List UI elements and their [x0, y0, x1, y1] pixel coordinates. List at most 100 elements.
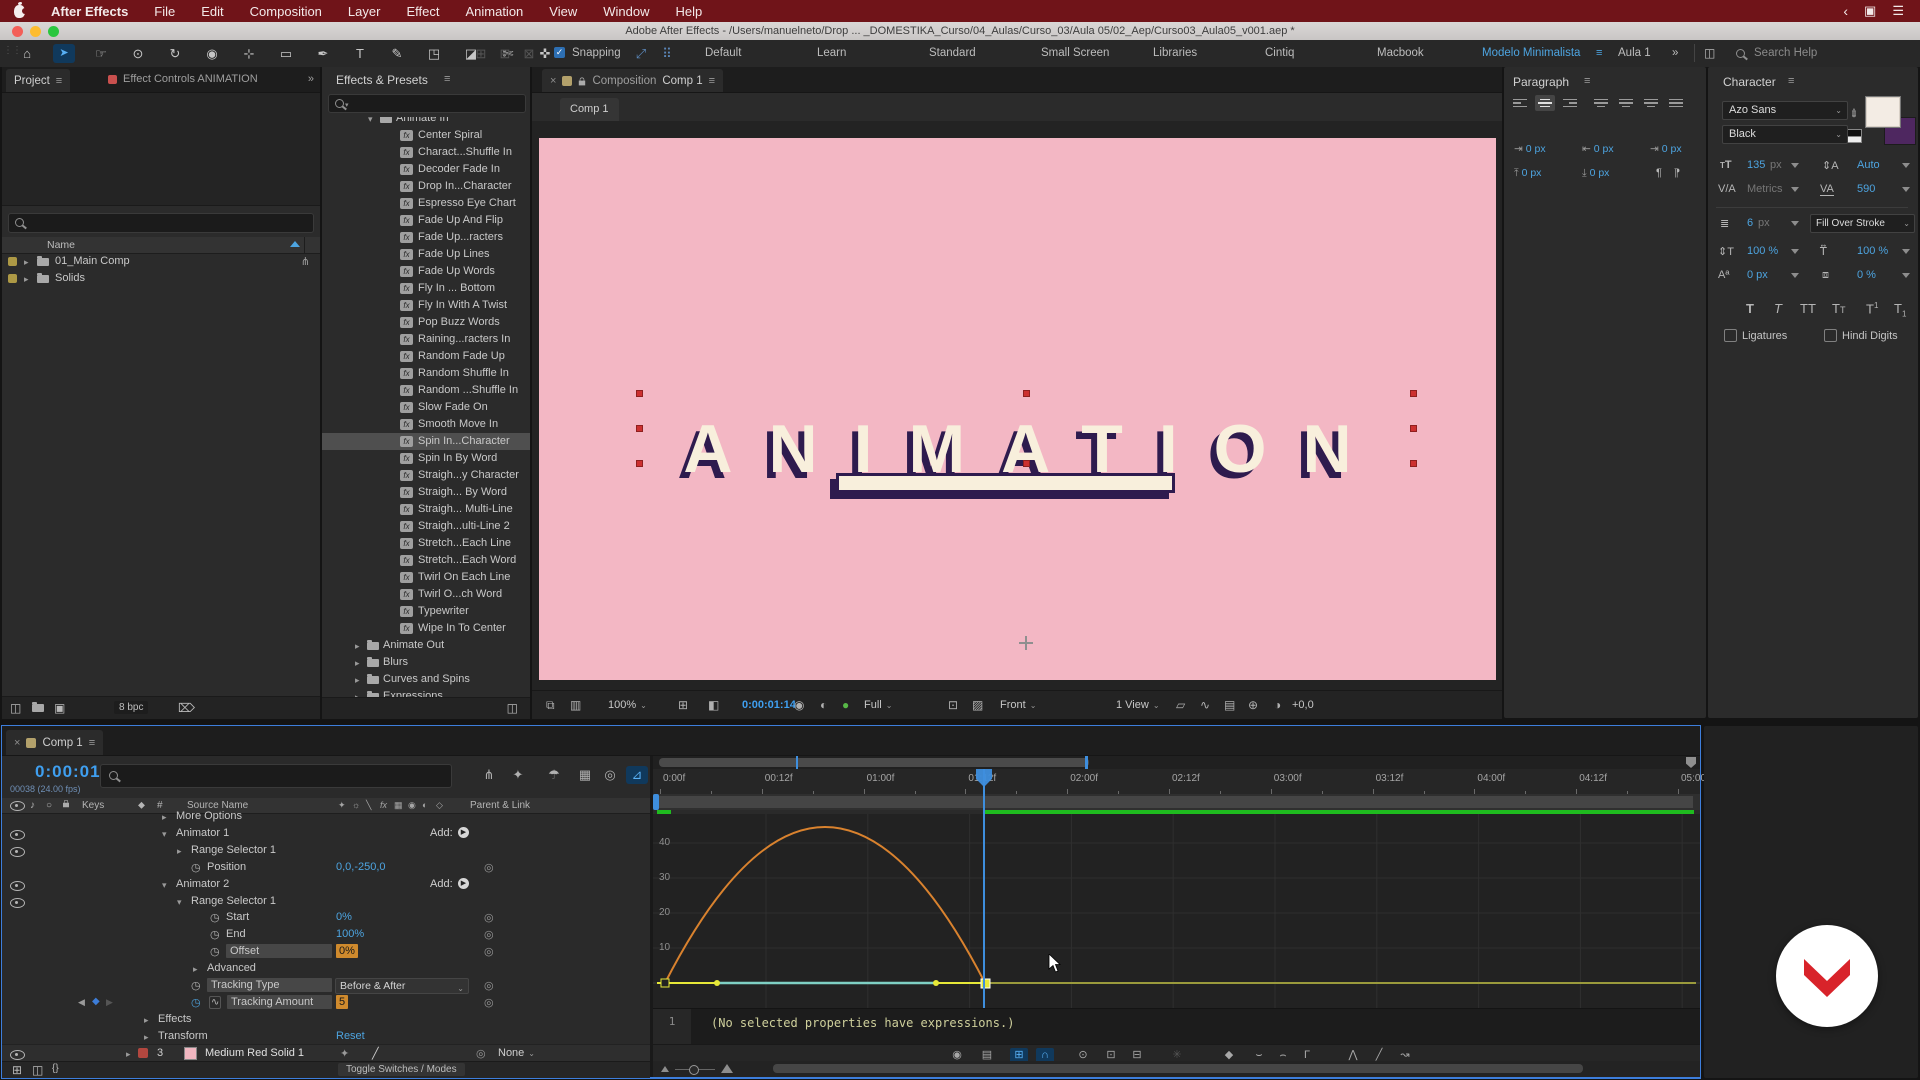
- paragraph-align-1-button[interactable]: [1535, 95, 1555, 111]
- show-snapshot-icon[interactable]: ◐: [820, 698, 827, 712]
- new-composition-icon[interactable]: ▣: [54, 702, 65, 714]
- panel-menu-icon[interactable]: ≡: [1584, 75, 1590, 87]
- horizontal-scale-value[interactable]: 100 %: [1857, 245, 1888, 257]
- selection-tool[interactable]: ➤: [53, 44, 75, 63]
- expand-switches-pane-icon[interactable]: ◫: [32, 1064, 43, 1076]
- camera-tool[interactable]: ◉: [201, 44, 223, 63]
- toggle-switches-modes-button[interactable]: Toggle Switches / Modes: [338, 1063, 465, 1076]
- new-preset-icon[interactable]: ◫: [507, 702, 518, 714]
- baseline-shift-value[interactable]: 0 px: [1747, 269, 1768, 281]
- stopwatch-icon[interactable]: ◷: [191, 861, 201, 874]
- property-value[interactable]: Reset: [336, 1030, 365, 1042]
- effects-item[interactable]: fx Fade Up Words: [322, 263, 530, 280]
- expand-icon[interactable]: ▸: [193, 964, 198, 975]
- menu-animation[interactable]: Animation: [465, 4, 523, 19]
- screen-record-icon[interactable]: ▣: [1864, 3, 1876, 19]
- pen-tool[interactable]: ✒: [312, 44, 334, 63]
- magnification-menu[interactable]: 100% ⌄: [608, 699, 647, 711]
- exposure-icon[interactable]: ◑: [1274, 698, 1281, 712]
- exposure-value[interactable]: +0,0: [1292, 699, 1314, 711]
- menu-window[interactable]: Window: [603, 4, 649, 19]
- effects-item[interactable]: fx Slow Fade On: [322, 399, 530, 416]
- add-label[interactable]: Add:: [430, 878, 453, 890]
- effects-item[interactable]: fx Smooth Move In: [322, 416, 530, 433]
- label-swatch[interactable]: [8, 257, 17, 266]
- paragraph-align-2-button[interactable]: [1560, 95, 1580, 111]
- paragraph-title[interactable]: Paragraph: [1513, 75, 1569, 89]
- pick-whip-icon[interactable]: ◎: [484, 996, 494, 1009]
- menu-composition[interactable]: Composition: [250, 4, 322, 19]
- add-label[interactable]: Add:: [430, 827, 453, 839]
- fill-color-swatch[interactable]: [1866, 97, 1900, 127]
- character-title[interactable]: Character: [1723, 75, 1776, 89]
- eye-icon[interactable]: [10, 830, 25, 840]
- font-size-value[interactable]: 135: [1747, 159, 1765, 171]
- next-keyframe-icon[interactable]: ▶: [106, 997, 113, 1008]
- effects-item[interactable]: fx Charact...Shuffle In: [322, 144, 530, 161]
- faux-italic-icon[interactable]: T: [1774, 301, 1782, 316]
- viewer-area[interactable]: ANIMATION: [532, 121, 1502, 690]
- expression-editor[interactable]: 1 (No selected properties have expressio…: [653, 1008, 1700, 1045]
- kerning-value[interactable]: Metrics: [1747, 183, 1782, 195]
- text-direction-ltr-icon[interactable]: ¶: [1656, 167, 1662, 179]
- time-ruler[interactable]: 0:00f00:12f01:00f01:12f02:00f02:12f03:00…: [653, 769, 1709, 795]
- property-name[interactable]: Range Selector 1: [191, 844, 276, 856]
- text-direction-rtl-icon[interactable]: ¶: [1674, 167, 1680, 179]
- pencil-tool[interactable]: ✎: [386, 44, 408, 63]
- comp-navigator-tab[interactable]: Comp 1: [560, 98, 619, 121]
- expand-inout-pane-icon[interactable]: {}: [52, 1064, 59, 1074]
- property-row-range-selector-1[interactable]: ▾ Range Selector 1: [2, 893, 650, 910]
- property-row-start[interactable]: ◷ Start 0% ◎: [2, 909, 650, 926]
- font-size-caret[interactable]: [1791, 163, 1799, 168]
- expand-icon[interactable]: ▾: [162, 880, 167, 891]
- workspace-standard[interactable]: Standard: [929, 47, 976, 59]
- new-folder-icon[interactable]: [32, 702, 44, 712]
- effects-item[interactable]: fx Stretch...Each Line: [322, 535, 530, 552]
- column-header-name[interactable]: Name: [47, 239, 75, 251]
- eye-icon[interactable]: [10, 847, 25, 857]
- clone-stamp-tool[interactable]: ◳: [423, 44, 445, 63]
- interpret-footage-icon[interactable]: ◫: [10, 702, 21, 714]
- effects-item[interactable]: fx Pop Buzz Words: [322, 314, 530, 331]
- search-help-input[interactable]: Search Help: [1754, 47, 1817, 59]
- eye-icon[interactable]: [10, 1050, 25, 1060]
- effects-item[interactable]: ▸ Blurs: [322, 654, 530, 671]
- view-layout-menu[interactable]: 1 View ⌄: [1116, 699, 1160, 711]
- effects-item[interactable]: fx Center Spiral: [322, 127, 530, 144]
- expand-icon[interactable]: ▾: [162, 829, 167, 840]
- property-dropdown[interactable]: Before & After ⌄: [335, 978, 469, 994]
- menu-after-effects[interactable]: After Effects: [51, 4, 128, 19]
- effects-item[interactable]: fx Drop In...Character: [322, 178, 530, 195]
- property-name[interactable]: Range Selector 1: [191, 895, 276, 907]
- property-name[interactable]: Tracking Type: [207, 978, 332, 992]
- effects-item[interactable]: fx Random Shuffle In: [322, 365, 530, 382]
- chevron-left-icon[interactable]: ‹: [1843, 3, 1848, 19]
- font-family-select[interactable]: Azo Sans ⌄: [1722, 101, 1848, 120]
- pick-whip-icon[interactable]: ◎: [476, 1047, 486, 1060]
- channel-icon[interactable]: ●: [842, 698, 849, 712]
- property-name[interactable]: Start: [226, 911, 249, 923]
- effects-item[interactable]: fx Spin In By Word: [322, 450, 530, 467]
- tracking-value[interactable]: 590: [1857, 183, 1875, 195]
- space-after-value[interactable]: 0 px: [1590, 167, 1610, 179]
- property-name[interactable]: Animator 2: [176, 878, 229, 890]
- sort-ascending-icon[interactable]: [290, 241, 300, 247]
- expand-icon[interactable]: ▸: [162, 812, 167, 823]
- panel-menu-icon[interactable]: ≡: [444, 73, 450, 85]
- delete-icon[interactable]: ⌦: [178, 702, 195, 714]
- menu-file[interactable]: File: [154, 4, 175, 19]
- effects-item[interactable]: ▸ Curves and Spins: [322, 671, 530, 688]
- stroke-width-value[interactable]: 6: [1747, 217, 1753, 229]
- type-tool[interactable]: T: [349, 44, 371, 63]
- layer-name[interactable]: Medium Red Solid 1: [205, 1047, 304, 1059]
- snap-angle-icon[interactable]: ⤢: [630, 44, 652, 63]
- property-name[interactable]: Animator 1: [176, 827, 229, 839]
- pick-whip-icon[interactable]: ◎: [484, 861, 494, 874]
- pick-whip-icon[interactable]: ◎: [484, 928, 494, 941]
- workspace-active[interactable]: Modelo Minimalista: [1482, 47, 1580, 59]
- workspace-menu-icon[interactable]: ≡: [1596, 47, 1602, 59]
- property-name[interactable]: Offset: [226, 944, 332, 958]
- effects-item[interactable]: fx Wipe In To Center: [322, 620, 530, 637]
- shy-icon[interactable]: ✦: [340, 1047, 349, 1060]
- zoom-slider-knob[interactable]: [689, 1065, 699, 1075]
